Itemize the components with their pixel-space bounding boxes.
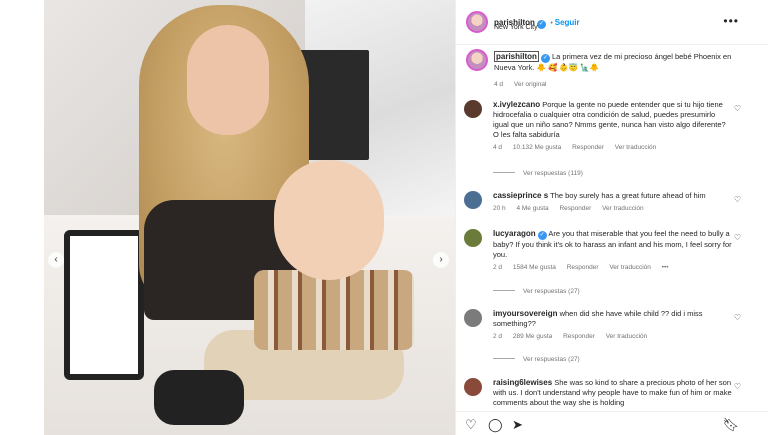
comment-likes[interactable]: 289 Me gusta: [513, 333, 552, 340]
comment-likes[interactable]: 10.132 Me gusta: [513, 144, 561, 151]
see-translation-link[interactable]: Ver traducción: [609, 264, 651, 271]
chevron-right-icon[interactable]: ›: [433, 252, 449, 268]
reply-button[interactable]: Responder: [572, 144, 604, 151]
heart-outline-icon[interactable]: ♡: [734, 233, 741, 242]
comment-meta: 20 h 4 Me gusta Responder Ver traducción: [493, 205, 733, 212]
reply-button[interactable]: Responder: [559, 205, 591, 212]
comment-meta: 2 d 289 Me gusta Responder Ver traducció…: [493, 333, 733, 340]
pillow: [64, 230, 144, 380]
post-header: parishilton ✓ • Seguir New York City •••: [456, 0, 768, 45]
chevron-left-icon[interactable]: ‹: [48, 252, 64, 268]
baby-shirt: [254, 270, 414, 350]
comments-panel: parishilton ✓ • Seguir New York City ••• …: [455, 0, 768, 435]
reply-button[interactable]: Responder: [567, 264, 599, 271]
send-icon[interactable]: ➤: [512, 417, 523, 433]
comment-body: raising6lewises She was so kind to share…: [493, 378, 733, 408]
comment-body: lucyaragon ✓ Are you that miserable that …: [493, 229, 733, 271]
action-bar: ♡ ◯ ➤ 🔖︎: [456, 411, 768, 435]
location-label[interactable]: New York City: [494, 24, 538, 31]
commenter-avatar[interactable]: [464, 100, 482, 118]
view-replies-button[interactable]: Ver respuestas (119): [493, 170, 583, 177]
instagram-post-view: ‹ › parishilton ✓ • Seguir New York City …: [0, 0, 768, 435]
caption-avatar[interactable]: [466, 49, 488, 71]
heart-outline-icon[interactable]: ♡: [734, 382, 741, 391]
comment-body: cassieprince s The boy surely has a grea…: [493, 191, 733, 212]
see-translation-link[interactable]: Ver traducción: [615, 144, 657, 151]
caption: parishilton ✓ La primera vez de mi precio…: [456, 49, 768, 91]
caption-text-block: parishilton ✓ La primera vez de mi precio…: [494, 51, 734, 73]
comment-meta: 4 d 10.132 Me gusta Responder Ver traduc…: [493, 144, 733, 151]
commenter-avatar[interactable]: [464, 229, 482, 247]
view-replies-button[interactable]: Ver respuestas (27): [493, 356, 580, 363]
comment-age: 2 d: [493, 333, 503, 340]
caption-meta: 4 d Ver original: [494, 81, 555, 88]
heart-outline-icon[interactable]: ♡: [734, 313, 741, 322]
commenter-username[interactable]: lucyaragon: [493, 229, 536, 238]
bookmark-icon[interactable]: 🔖︎: [722, 417, 739, 433]
verified-icon: ✓: [536, 20, 546, 29]
commenter-username[interactable]: imyoursovereign: [493, 309, 557, 318]
commenter-username[interactable]: raising6lewises: [493, 378, 552, 387]
see-original-link[interactable]: Ver original: [514, 81, 547, 88]
see-translation-link[interactable]: Ver traducción: [606, 333, 648, 340]
verified-icon: ✓: [537, 231, 547, 240]
caption-age: 4 d: [494, 81, 504, 88]
comment-age: 20 h: [493, 205, 506, 212]
comment-likes[interactable]: 4 Me gusta: [516, 205, 548, 212]
heart-outline-icon[interactable]: ♡: [734, 104, 741, 113]
reply-button[interactable]: Responder: [563, 333, 595, 340]
verified-icon: ✓: [540, 54, 550, 63]
comment-body: x.ivylezcano Porque la gente no puede en…: [493, 100, 733, 151]
see-translation-link[interactable]: Ver traducción: [602, 205, 644, 212]
view-replies-button[interactable]: Ver respuestas (27): [493, 288, 580, 295]
heart-outline-icon[interactable]: ♡: [734, 195, 741, 204]
comment-likes[interactable]: 1584 Me gusta: [513, 264, 556, 271]
commenter-avatar[interactable]: [464, 378, 482, 396]
comment-options-button[interactable]: •••: [662, 264, 669, 271]
baby-shoe: [154, 370, 244, 425]
commenter-username[interactable]: x.ivylezcano: [493, 100, 540, 109]
comment-age: 4 d: [493, 144, 503, 151]
comment-icon[interactable]: ◯: [488, 417, 503, 433]
comment-item: raising6lewises She was so kind to share…: [456, 378, 768, 411]
commenter-avatar[interactable]: [464, 191, 482, 209]
commenter-avatar[interactable]: [464, 309, 482, 327]
comment-text: The boy surely has a great future ahead …: [550, 191, 706, 200]
more-horizontal-icon[interactable]: •••: [723, 14, 739, 28]
avatar[interactable]: [466, 11, 488, 33]
comment-age: 2 d: [493, 264, 503, 271]
baby-head: [274, 160, 384, 280]
caption-username[interactable]: parishilton: [494, 51, 539, 62]
comment-meta: 2 d 1584 Me gusta Responder Ver traducci…: [493, 264, 733, 271]
woman-face: [187, 25, 269, 135]
commenter-username[interactable]: cassieprince s: [493, 191, 548, 200]
follow-button[interactable]: Seguir: [555, 18, 580, 27]
post-photo[interactable]: [44, 0, 455, 435]
comment-body: imyoursovereign when did she have while …: [493, 309, 733, 340]
heart-outline-icon[interactable]: ♡: [465, 417, 477, 433]
